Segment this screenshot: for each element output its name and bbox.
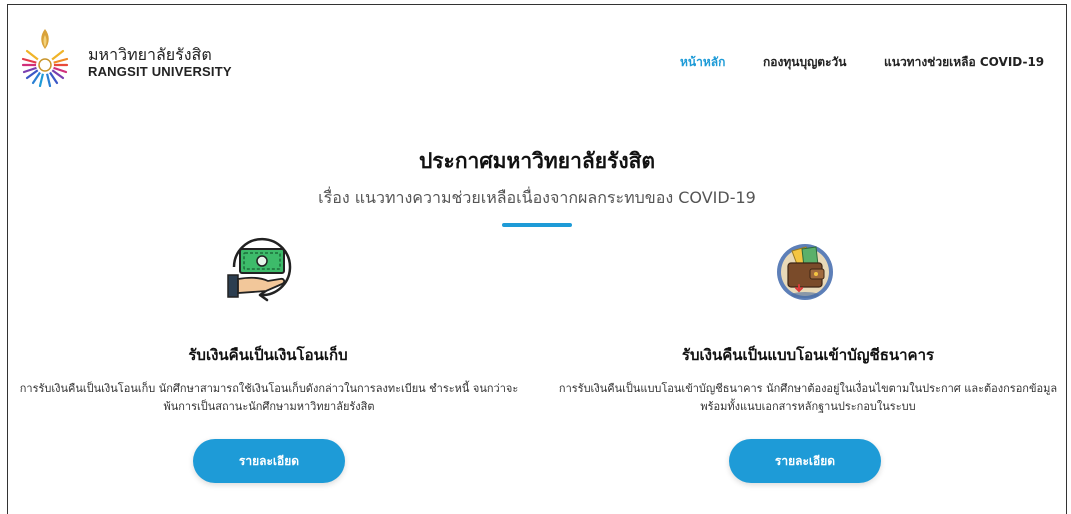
page-frame: มหาวิทยาลัยรังสิต RANGSIT UNIVERSITY หน้… xyxy=(7,4,1067,514)
card-description-bank-transfer: การรับเงินคืนเป็นแบบโอนเข้าบัญชีธนาคาร น… xyxy=(558,382,1058,413)
page-title: ประกาศมหาวิทยาลัยรังสิต xyxy=(418,149,656,173)
brand[interactable]: มหาวิทยาลัยรังสิต RANGSIT UNIVERSITY xyxy=(88,47,232,81)
page-subtitle: เรื่อง แนวทางความช่วยเหลือเนื่องจากผลกระ… xyxy=(318,188,756,207)
card-title-bank-transfer: รับเงินคืนเป็นแบบโอนเข้าบัญชีธนาคาร xyxy=(681,346,935,364)
details-button-bank-transfer[interactable]: รายละเอียด xyxy=(729,439,881,483)
wallet-bank-transfer-icon xyxy=(777,244,833,300)
brand-thai-name: มหาวิทยาลัยรังสิต xyxy=(88,45,212,64)
brand-english-name: RANGSIT UNIVERSITY xyxy=(88,64,232,79)
card-title-cash-refund: รับเงินคืนเป็นเงินโอนเก็บ xyxy=(188,346,348,364)
card-description-cash-refund: การรับเงินคืนเป็นเงินโอนเก็บ นักศึกษาสาม… xyxy=(19,382,519,413)
cash-refund-hand-icon xyxy=(227,237,292,302)
rangsit-logo-icon[interactable] xyxy=(20,23,70,87)
nav-item-boontawan-fund[interactable]: กองทุนบุญตะวัน xyxy=(763,53,846,72)
title-divider xyxy=(502,223,572,227)
nav-item-covid-help[interactable]: แนวทางช่วยเหลือ COVID-19 xyxy=(884,53,1044,72)
details-button-cash-refund[interactable]: รายละเอียด xyxy=(193,439,345,483)
nav-item-home[interactable]: หน้าหลัก xyxy=(680,53,725,72)
